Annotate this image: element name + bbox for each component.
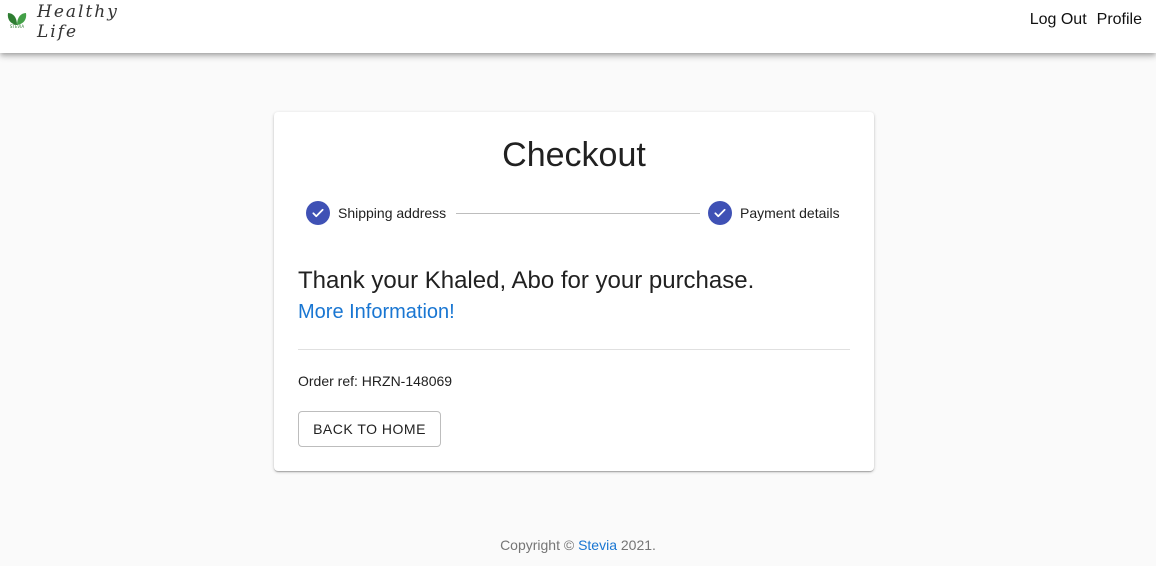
app-bar: STEVIA Healthy Life Log Out Profile	[0, 0, 1156, 53]
page-title: Checkout	[502, 136, 646, 174]
step-connector	[456, 213, 700, 214]
check-icon	[708, 201, 732, 225]
profile-link[interactable]: Profile	[1097, 11, 1142, 29]
more-information-link[interactable]: More Information!	[298, 301, 455, 324]
copyright-prefix: Copyright ©	[500, 537, 575, 553]
thank-you-message: Thank your Khaled, Abo for your purchase…	[298, 267, 755, 294]
checkout-card: Checkout Shipping address Payment detail…	[274, 112, 874, 471]
step-label: Payment details	[740, 205, 840, 221]
check-icon	[306, 201, 330, 225]
stevia-link[interactable]: Stevia	[578, 537, 617, 553]
back-to-home-button[interactable]: BACK TO HOME	[298, 411, 441, 447]
logout-link[interactable]: Log Out	[1030, 11, 1087, 29]
footer: Copyright © Stevia 2021.	[0, 537, 1156, 553]
copyright-year: 2021.	[620, 537, 656, 553]
divider	[298, 349, 850, 350]
logo-text: Healthy Life	[37, 2, 119, 42]
step-shipping-address: Shipping address	[306, 201, 446, 225]
step-label: Shipping address	[338, 205, 447, 221]
order-ref: Order ref: HRZN-148069	[298, 373, 453, 389]
leaf-icon: STEVIA	[6, 10, 28, 34]
brand-logo[interactable]: STEVIA Healthy Life	[6, 2, 156, 42]
top-nav: Log Out Profile	[1030, 11, 1142, 29]
logo-mark-text: STEVIA	[9, 24, 25, 29]
step-payment-details: Payment details	[708, 201, 840, 225]
